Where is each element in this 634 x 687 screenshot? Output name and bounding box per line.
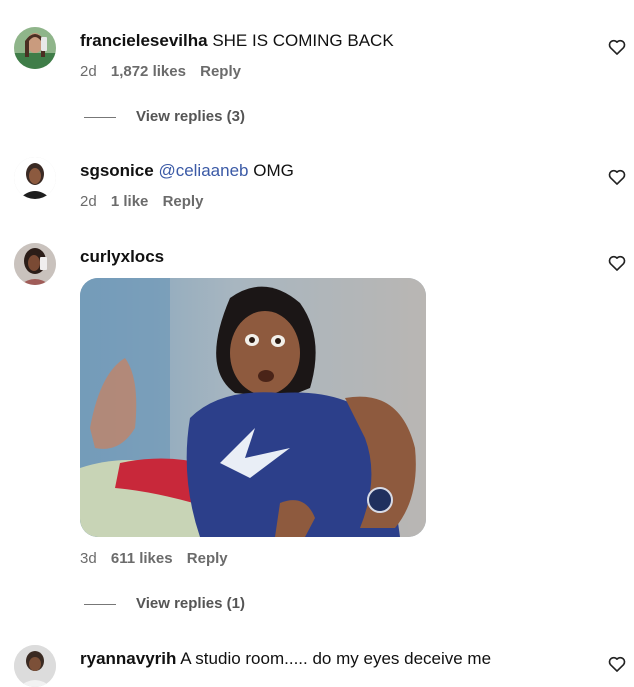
timestamp: 2d (80, 193, 97, 210)
comment-text: SHE IS COMING BACK (212, 31, 394, 50)
username[interactable]: ryannavyrih (80, 649, 176, 668)
comment-meta: 2d 1,872 likes Reply (80, 63, 251, 80)
reply-button[interactable]: Reply (200, 63, 241, 80)
avatar[interactable] (14, 27, 56, 69)
avatar[interactable] (14, 645, 56, 687)
comment-body: curlyxlocs (80, 246, 164, 268)
mention-link[interactable]: @celiaaneb (158, 161, 248, 180)
view-replies-label: View replies (1) (136, 595, 245, 612)
comment-meta: 2d 1 like Reply (80, 193, 213, 210)
gif-attachment[interactable] (80, 278, 426, 537)
heart-icon[interactable] (607, 37, 627, 57)
view-replies-button[interactable]: View replies (3) (84, 108, 245, 125)
likes-count[interactable]: 611 likes (111, 550, 173, 567)
comment-text: OMG (253, 161, 294, 180)
username[interactable]: francielesevilha (80, 31, 208, 50)
heart-icon[interactable] (607, 654, 627, 674)
likes-count[interactable]: 1 like (111, 193, 149, 210)
heart-icon[interactable] (607, 253, 627, 273)
username[interactable]: curlyxlocs (80, 247, 164, 266)
likes-count[interactable]: 1,872 likes (111, 63, 186, 80)
comment-meta: 3d 611 likes Reply (80, 550, 238, 567)
timestamp: 3d (80, 550, 97, 567)
view-replies-label: View replies (3) (136, 108, 245, 125)
comment-body: ryannavyrih A studio room..... do my eye… (80, 648, 491, 670)
view-replies-button[interactable]: View replies (1) (84, 595, 245, 612)
divider (84, 116, 116, 118)
avatar[interactable] (14, 243, 56, 285)
heart-icon[interactable] (607, 167, 627, 187)
comment-body: francielesevilha SHE IS COMING BACK (80, 30, 394, 52)
comment-body: sgsonice @celiaaneb OMG (80, 160, 294, 182)
avatar[interactable] (14, 157, 56, 199)
divider (84, 603, 116, 605)
comment-text: A studio room..... do my eyes deceive me (180, 649, 492, 668)
username[interactable]: sgsonice (80, 161, 154, 180)
reply-button[interactable]: Reply (187, 550, 228, 567)
reply-button[interactable]: Reply (163, 193, 204, 210)
timestamp: 2d (80, 63, 97, 80)
